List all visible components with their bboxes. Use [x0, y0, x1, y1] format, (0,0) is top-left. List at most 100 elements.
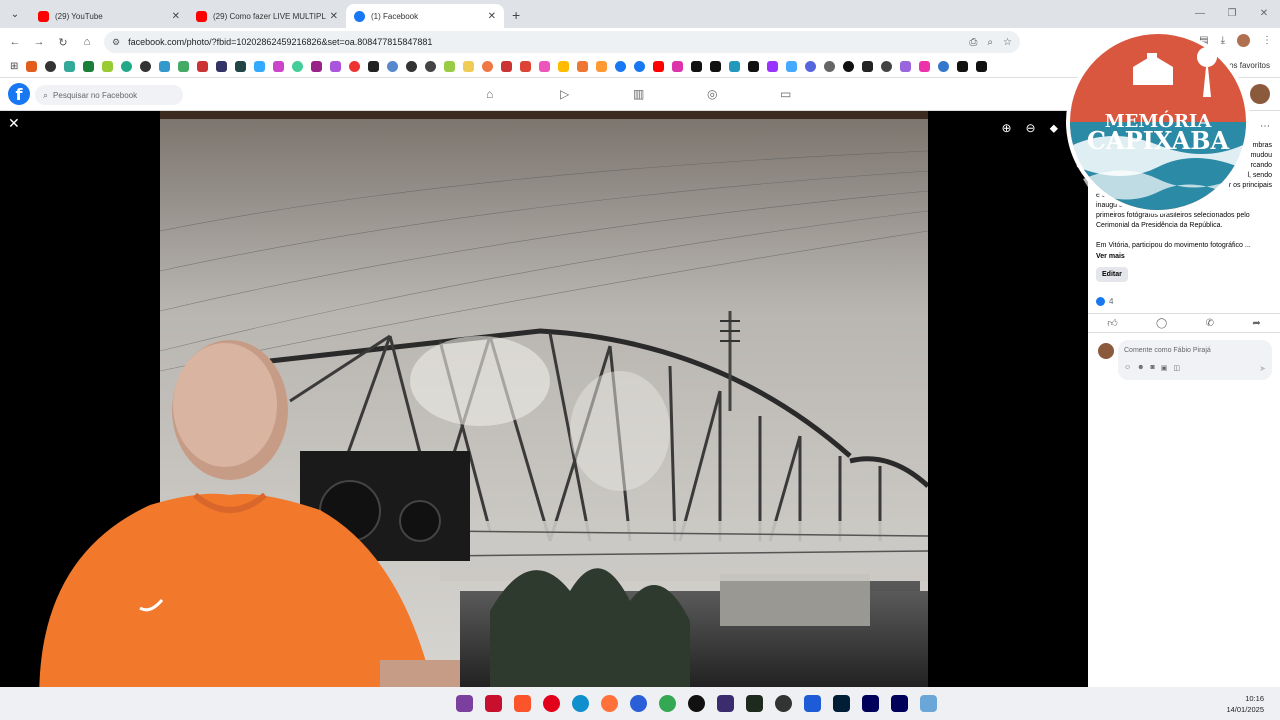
- camera-icon[interactable]: ◙: [1151, 364, 1155, 372]
- app-icon[interactable]: [746, 695, 763, 712]
- bookmark-icon[interactable]: [406, 61, 418, 72]
- bookmark-icon[interactable]: [444, 61, 456, 72]
- bookmark-icon[interactable]: [102, 61, 114, 72]
- bookmark-icon[interactable]: [786, 61, 798, 72]
- bookmark-star-icon[interactable]: ☆: [1003, 37, 1012, 48]
- edge-icon[interactable]: [572, 695, 589, 712]
- groups-nav-icon[interactable]: ◎: [707, 87, 717, 101]
- vivaldi-icon[interactable]: [485, 695, 502, 712]
- bookmark-icon[interactable]: [159, 61, 171, 72]
- audition-icon[interactable]: [891, 695, 908, 712]
- bookmark-icon[interactable]: [482, 61, 494, 72]
- avatar-sticker-icon[interactable]: ☺: [1124, 364, 1131, 372]
- bookmark-icon[interactable]: [216, 61, 228, 72]
- obs-icon[interactable]: [775, 695, 792, 712]
- bookmark-icon[interactable]: [501, 61, 513, 72]
- account-avatar[interactable]: [1250, 84, 1270, 104]
- bookmark-icon[interactable]: [83, 61, 95, 72]
- reaction-summary[interactable]: 4: [1096, 297, 1113, 306]
- bookmark-icon[interactable]: [596, 61, 608, 72]
- photoshop-icon[interactable]: [833, 695, 850, 712]
- comment-input[interactable]: Comente como Fábio Pirajá ☺ ☻ ◙ ▣ ◫ ➤: [1118, 340, 1272, 380]
- send-icon[interactable]: ➤: [1259, 364, 1266, 373]
- tab-youtube-live[interactable]: (29) Como fazer LIVE MULTIPLA ✕: [188, 4, 346, 28]
- bookmark-icon[interactable]: [45, 61, 57, 72]
- video-nav-icon[interactable]: ▷: [560, 87, 569, 101]
- edit-button[interactable]: Editar: [1096, 267, 1128, 282]
- tab-search-button[interactable]: ⌄: [4, 3, 26, 25]
- comment-button-icon[interactable]: ◯: [1156, 318, 1167, 329]
- gif-icon[interactable]: ▣: [1161, 364, 1168, 372]
- bookmark-icon[interactable]: [976, 61, 988, 72]
- app-icon[interactable]: [456, 695, 473, 712]
- audition-icon[interactable]: [862, 695, 879, 712]
- twitch-bookmark-icon[interactable]: [767, 61, 779, 72]
- new-tab-button[interactable]: +: [512, 7, 520, 23]
- more-options-icon[interactable]: ⋯: [1260, 121, 1270, 132]
- bookmark-icon[interactable]: [26, 61, 38, 72]
- bookmark-icon[interactable]: [539, 61, 551, 72]
- x-bookmark-icon[interactable]: [691, 61, 703, 72]
- forward-button[interactable]: →: [27, 36, 51, 48]
- bookmark-icon[interactable]: [824, 61, 836, 72]
- firefox-icon[interactable]: [601, 695, 618, 712]
- youtube-bookmark-icon[interactable]: [653, 61, 665, 72]
- zoom-out-icon[interactable]: ⊖: [1026, 121, 1036, 136]
- bookmark-icon[interactable]: [425, 61, 437, 72]
- bookmark-icon[interactable]: [938, 61, 950, 72]
- bookmark-icon[interactable]: [558, 61, 570, 72]
- tab-youtube[interactable]: (29) YouTube ✕: [30, 4, 188, 28]
- facebook-search-input[interactable]: ⌕ Pesquisar no Facebook: [35, 85, 183, 105]
- marketplace-nav-icon[interactable]: ▥: [633, 87, 644, 101]
- reload-button[interactable]: ↻: [51, 36, 75, 49]
- threads-bookmark-icon[interactable]: [710, 61, 722, 72]
- share-button-icon[interactable]: ➦: [1252, 318, 1260, 329]
- bookmark-icon[interactable]: [463, 61, 475, 72]
- app-icon[interactable]: [717, 695, 734, 712]
- bookmark-icon[interactable]: [292, 61, 304, 72]
- facebook-bookmark-icon[interactable]: [634, 61, 646, 72]
- bookmark-icon[interactable]: [254, 61, 266, 72]
- opera-icon[interactable]: [543, 695, 560, 712]
- tag-icon[interactable]: ⬥: [1050, 121, 1058, 136]
- bookmark-icon[interactable]: [121, 61, 133, 72]
- emoji-icon[interactable]: ☻: [1137, 364, 1144, 372]
- gaming-nav-icon[interactable]: ▭: [780, 87, 791, 101]
- apps-grid-icon[interactable]: ⊞: [10, 61, 18, 72]
- window-close-button[interactable]: ✕: [1248, 0, 1280, 28]
- bookmark-icon[interactable]: [197, 61, 209, 72]
- system-clock[interactable]: 10:16 14/01/2025: [1226, 693, 1264, 715]
- whatsapp-share-icon[interactable]: ✆: [1206, 318, 1214, 329]
- telegram-bookmark-icon[interactable]: [729, 61, 741, 72]
- restore-button[interactable]: ❐: [1216, 0, 1248, 28]
- bookmark-icon[interactable]: [311, 61, 323, 72]
- bookmark-icon[interactable]: [64, 61, 76, 72]
- install-app-icon[interactable]: ⎙: [969, 37, 977, 48]
- bookmark-icon[interactable]: [520, 61, 532, 72]
- bookmark-icon[interactable]: [178, 61, 190, 72]
- bookmark-icon[interactable]: [330, 61, 342, 72]
- facebook-logo[interactable]: f: [8, 83, 30, 105]
- bookmark-icon[interactable]: [900, 61, 912, 72]
- bookmark-icon[interactable]: [919, 61, 931, 72]
- bookmark-icon[interactable]: [235, 61, 247, 72]
- app-icon[interactable]: [920, 695, 937, 712]
- see-more-link[interactable]: Ver mais: [1096, 253, 1125, 260]
- site-info-icon[interactable]: ⚙: [112, 37, 120, 48]
- tab-facebook[interactable]: (1) Facebook ✕: [346, 4, 504, 28]
- close-viewer-icon[interactable]: ✕: [8, 115, 20, 132]
- vegas-icon[interactable]: [804, 695, 821, 712]
- bookmark-icon[interactable]: [862, 61, 874, 72]
- back-button[interactable]: ←: [3, 36, 27, 48]
- bookmark-icon[interactable]: [805, 61, 817, 72]
- tab-close-icon[interactable]: ✕: [330, 11, 338, 22]
- wavebox-icon[interactable]: [688, 695, 705, 712]
- bookmark-icon[interactable]: [577, 61, 589, 72]
- home-nav-icon[interactable]: ⌂: [486, 87, 493, 101]
- bookmark-icon[interactable]: [368, 61, 380, 72]
- brave-icon[interactable]: [514, 695, 531, 712]
- bookmark-icon[interactable]: [843, 61, 855, 72]
- tab-close-icon[interactable]: ✕: [488, 11, 496, 22]
- like-button-icon[interactable]: 👍︎: [1107, 317, 1117, 329]
- facebook-bookmark-icon[interactable]: [615, 61, 627, 72]
